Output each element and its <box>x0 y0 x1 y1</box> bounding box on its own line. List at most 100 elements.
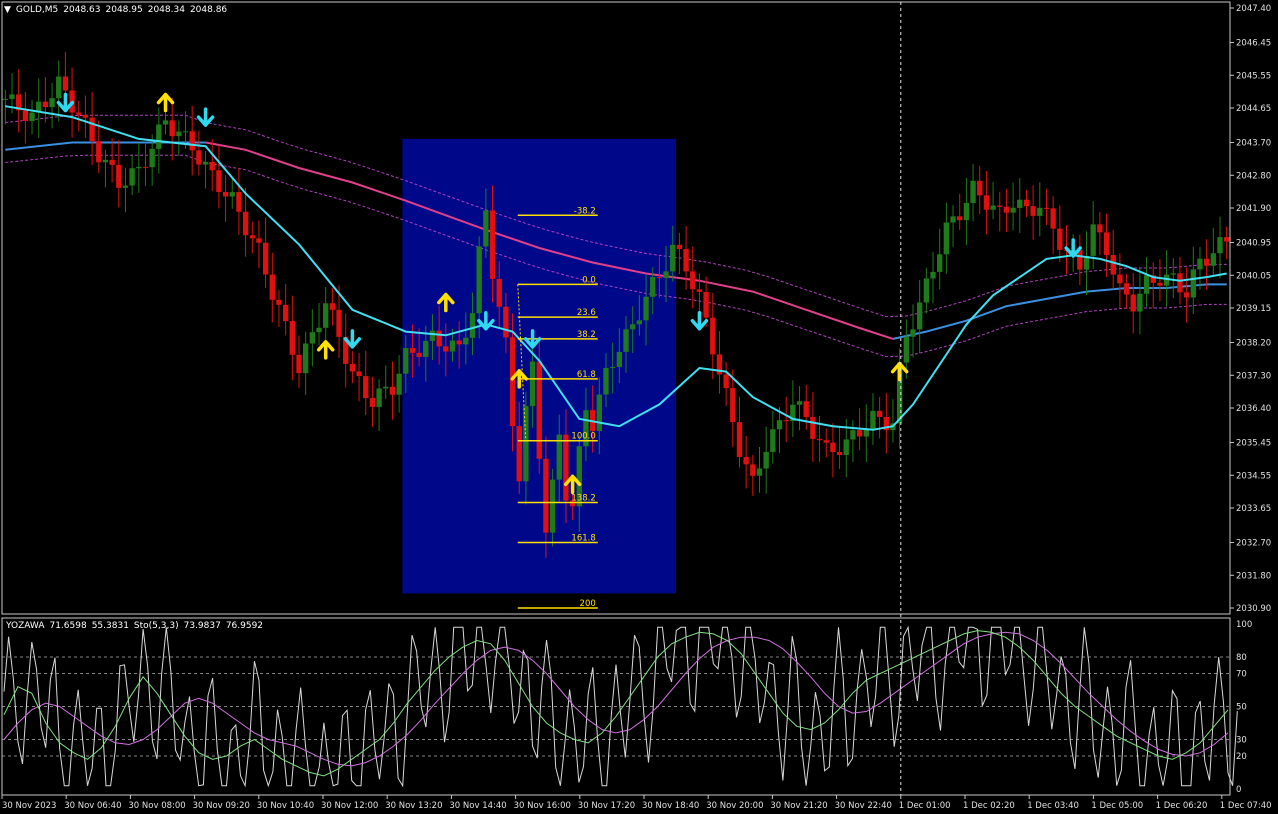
price-bar-body <box>1123 283 1130 295</box>
price-bar-body <box>1197 258 1203 270</box>
price-bar-body <box>302 343 309 374</box>
price-bar-body <box>182 131 189 133</box>
fib-level-label: 161.8 <box>571 534 595 544</box>
price-bar-body <box>336 309 342 337</box>
price-bar-body <box>943 222 950 255</box>
indicator-name: YOZAWA <box>6 621 45 631</box>
price-bar-body <box>1017 199 1023 208</box>
price-bar-body <box>249 235 255 239</box>
price-bar-body <box>1103 232 1110 256</box>
price-bar-body <box>863 429 869 437</box>
triangle-down-icon[interactable]: ▼ <box>4 5 11 15</box>
price-bar-body <box>262 242 269 275</box>
price-bar-body <box>196 150 202 165</box>
price-bar-body <box>836 452 843 456</box>
price-bar-body <box>469 313 476 338</box>
fib-level-label: -38.2 <box>574 206 596 216</box>
price-bar-body <box>9 94 15 99</box>
price-bar-body <box>763 451 769 469</box>
price-bar-body <box>276 299 282 305</box>
chart-window[interactable]: -38.2 0.0 23.6 38.2 61.8 100.0 138.2 161.8 200 20… <box>0 0 1278 814</box>
price-bar-body <box>22 110 29 121</box>
time-tick-label: 30 Nov 18:40 <box>642 801 699 811</box>
price-bar-body <box>56 76 62 99</box>
fib-level-label: 38.2 <box>577 330 596 340</box>
price-bar-body <box>870 410 876 430</box>
indicator-value-2: 55.3831 <box>91 621 129 631</box>
oscillator-level-label: 20 <box>1236 752 1247 762</box>
price-bar-body <box>389 386 396 395</box>
stoch-value-1: 73.9837 <box>183 621 221 631</box>
price-bar-body <box>509 337 516 427</box>
price-tick-label: 2044.65 <box>1236 104 1271 114</box>
price-bar-body <box>162 120 169 125</box>
time-tick-label: 1 Dec 05:00 <box>1091 801 1143 811</box>
price-bar-body <box>323 303 329 328</box>
price-bar-body <box>983 195 990 210</box>
time-tick-label: 30 Nov 13:20 <box>385 801 442 811</box>
price-bar-body <box>403 348 409 374</box>
price-bar-body <box>850 430 856 440</box>
price-bar-body <box>142 166 149 168</box>
chart-canvas[interactable]: -38.20.023.638.261.8100.0138.2161.820020… <box>0 0 1278 814</box>
price-bar-body <box>1170 273 1176 275</box>
price-bar-body <box>109 159 115 165</box>
price-tick-label: 2031.80 <box>1236 571 1271 581</box>
price-tick-label: 2032.70 <box>1236 539 1271 549</box>
price-bar-body <box>730 388 736 423</box>
price-bar-body <box>810 417 816 439</box>
oscillator-level-label: 80 <box>1236 653 1247 663</box>
price-bar-body <box>1023 199 1030 207</box>
price-bar-body <box>903 336 909 363</box>
price-bar-body <box>656 277 663 279</box>
price-bar-body <box>623 329 629 352</box>
price-bar-body <box>1110 255 1116 275</box>
price-bar-body <box>289 321 295 355</box>
price-tick-label: 2039.15 <box>1236 304 1271 314</box>
price-bar-body <box>49 98 55 108</box>
price-tick-label: 2036.40 <box>1236 404 1271 414</box>
price-bar-body <box>1057 228 1063 250</box>
price-bar-body <box>296 354 302 374</box>
ohlc-close: 2048.86 <box>189 5 228 15</box>
price-bar-body <box>756 468 763 476</box>
time-tick-label: 1 Dec 06:20 <box>1156 801 1208 811</box>
price-bar-body <box>1223 237 1230 242</box>
price-bar-body <box>963 202 970 221</box>
price-bar-body <box>116 164 122 188</box>
price-bar-body <box>776 420 783 430</box>
price-bar-body <box>349 363 356 372</box>
price-bar-body <box>1130 294 1136 312</box>
price-bar-body <box>796 401 803 405</box>
price-bar-body <box>476 246 482 314</box>
price-bar-body <box>696 289 703 292</box>
price-bar-body <box>202 161 209 165</box>
price-bar-body <box>970 180 976 203</box>
price-bar-body <box>169 120 175 137</box>
price-bar-body <box>369 398 376 407</box>
chart-header: ▼ GOLD,M5 2048.63 2048.95 2048.34 2048.86 <box>4 5 232 15</box>
ohlc-open: 2048.63 <box>63 5 101 15</box>
fib-level-label: 23.6 <box>577 308 596 318</box>
price-bar-body <box>416 352 422 357</box>
stoch-main-line <box>3 630 1229 777</box>
price-bar-body <box>603 367 609 395</box>
price-bar-body <box>229 192 235 197</box>
price-bar-body <box>910 329 916 337</box>
price-bar-body <box>396 373 402 395</box>
price-bar-body <box>957 216 963 221</box>
time-tick-label: 1 Dec 03:40 <box>1027 801 1079 811</box>
price-tick-label: 2034.55 <box>1236 471 1271 481</box>
price-bar-body <box>523 406 529 482</box>
price-bar-body <box>529 361 536 407</box>
price-bar-body <box>856 430 863 437</box>
time-tick-label: 30 Nov 20:00 <box>706 801 763 811</box>
indicator-header: YOZAWA 71.6598 55.3831 Sto(5,3,3) 73.9837 76.… <box>6 621 268 631</box>
price-bar-body <box>990 205 996 210</box>
price-bar-body <box>977 180 983 196</box>
time-tick-label: 30 Nov 06:40 <box>64 801 121 811</box>
price-bar-body <box>209 161 215 171</box>
price-tick-label: 2035.45 <box>1236 439 1271 449</box>
price-bar-body <box>950 216 956 223</box>
oscillator-level-label: 50 <box>1236 703 1247 713</box>
